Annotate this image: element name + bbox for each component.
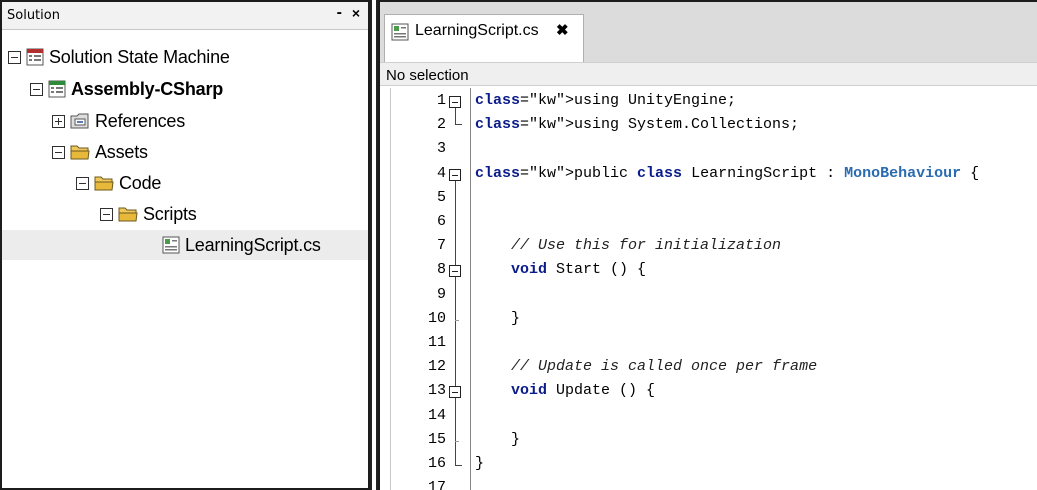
collapse-toggle-icon[interactable] bbox=[100, 207, 113, 221]
line-number: 6 bbox=[436, 213, 446, 230]
solution-panel: Solution - × Solution State Machine Asse… bbox=[0, 0, 370, 490]
folder-icon bbox=[70, 145, 90, 160]
line-number: 8 bbox=[436, 261, 446, 278]
collapse-toggle-icon[interactable] bbox=[76, 176, 89, 190]
code-line[interactable]: void Update () { bbox=[475, 382, 655, 399]
close-tab-icon[interactable]: ✖ bbox=[556, 21, 569, 39]
tree-item-assets[interactable]: Assets bbox=[52, 137, 148, 167]
folder-icon bbox=[94, 176, 114, 191]
fold-toggle-icon[interactable] bbox=[449, 96, 461, 108]
line-number: 12 bbox=[427, 358, 446, 375]
splitter-line bbox=[370, 0, 372, 490]
line-number: 4 bbox=[436, 165, 446, 182]
line-number: 11 bbox=[427, 334, 446, 351]
gutter-border-line bbox=[470, 88, 471, 490]
solution-icon bbox=[26, 48, 44, 66]
editor-panel: LearningScript.cs ✖ No selection 1 2 3 4… bbox=[378, 0, 1037, 490]
line-number: 17 bbox=[427, 479, 446, 490]
line-number: 10 bbox=[427, 310, 446, 327]
fold-guide-line bbox=[455, 108, 456, 124]
fold-end-marker bbox=[455, 441, 459, 442]
code-line[interactable]: // Update is called once per frame bbox=[475, 358, 817, 375]
tree-item-learningscript[interactable]: LearningScript.cs bbox=[2, 230, 368, 260]
line-number: 9 bbox=[436, 286, 446, 303]
minimize-panel-button[interactable]: - bbox=[337, 4, 342, 22]
fold-toggle-icon[interactable] bbox=[449, 386, 461, 398]
code-line[interactable]: class="kw">using System.Collections; bbox=[475, 116, 799, 133]
fold-end-marker bbox=[455, 320, 459, 321]
folder-icon bbox=[118, 207, 138, 222]
references-folder-icon bbox=[70, 113, 89, 129]
line-number: 5 bbox=[436, 189, 446, 206]
tree-item-label: Code bbox=[119, 172, 162, 193]
code-line[interactable]: } bbox=[475, 310, 520, 327]
code-line[interactable]: // Use this for initialization bbox=[475, 237, 781, 254]
gutter-margin-line bbox=[390, 88, 391, 490]
fold-toggle-icon[interactable] bbox=[449, 265, 461, 277]
tab-learningscript[interactable]: LearningScript.cs ✖ bbox=[384, 14, 584, 62]
expand-toggle-icon[interactable] bbox=[52, 114, 65, 128]
project-icon bbox=[48, 80, 66, 98]
tree-item-code[interactable]: Code bbox=[76, 168, 161, 198]
tree-item-label: Scripts bbox=[143, 203, 197, 224]
tree-item-label: Solution State Machine bbox=[49, 46, 230, 67]
line-number: 16 bbox=[427, 455, 446, 472]
selection-status: No selection bbox=[386, 67, 469, 84]
csharp-file-icon bbox=[391, 23, 409, 41]
line-number: 1 bbox=[436, 92, 446, 109]
code-line[interactable]: } bbox=[475, 431, 520, 448]
code-line[interactable]: class="kw">using UnityEngine; bbox=[475, 92, 736, 109]
fold-end-marker bbox=[455, 465, 462, 466]
tree-item-solution[interactable]: Solution State Machine bbox=[8, 42, 230, 72]
fold-end-marker bbox=[455, 124, 462, 125]
line-number: 7 bbox=[436, 237, 446, 254]
code-line[interactable]: void Start () { bbox=[475, 261, 646, 278]
collapse-toggle-icon[interactable] bbox=[8, 50, 21, 64]
line-number: 2 bbox=[436, 116, 446, 133]
tree-item-references[interactable]: References bbox=[52, 106, 185, 136]
code-line[interactable]: } bbox=[475, 455, 484, 472]
fold-guide-line bbox=[455, 181, 456, 465]
tree-item-label: Assets bbox=[95, 141, 148, 162]
selection-bar: No selection bbox=[380, 62, 1037, 86]
solution-panel-header: Solution - × bbox=[2, 2, 368, 30]
tree-item-label: References bbox=[95, 110, 186, 131]
collapse-toggle-icon[interactable] bbox=[52, 145, 65, 159]
line-number: 14 bbox=[427, 407, 446, 424]
tree-item-scripts[interactable]: Scripts bbox=[100, 199, 197, 229]
line-number: 3 bbox=[436, 140, 446, 157]
csharp-file-icon bbox=[162, 236, 180, 254]
code-line[interactable]: class="kw">public class LearningScript :… bbox=[475, 165, 979, 182]
tree-item-project[interactable]: Assembly-CSharp bbox=[30, 74, 223, 104]
fold-toggle-icon[interactable] bbox=[449, 169, 461, 181]
collapse-toggle-icon[interactable] bbox=[30, 82, 43, 96]
line-number: 15 bbox=[427, 431, 446, 448]
close-panel-button[interactable]: × bbox=[352, 5, 360, 21]
tree-item-label: Assembly-CSharp bbox=[71, 78, 224, 99]
tab-label: LearningScript.cs bbox=[415, 22, 539, 39]
tab-strip: LearningScript.cs ✖ bbox=[380, 2, 1037, 62]
tree-item-label: LearningScript.cs bbox=[185, 234, 321, 255]
solution-panel-title: Solution bbox=[7, 8, 60, 23]
line-number: 13 bbox=[427, 382, 446, 399]
